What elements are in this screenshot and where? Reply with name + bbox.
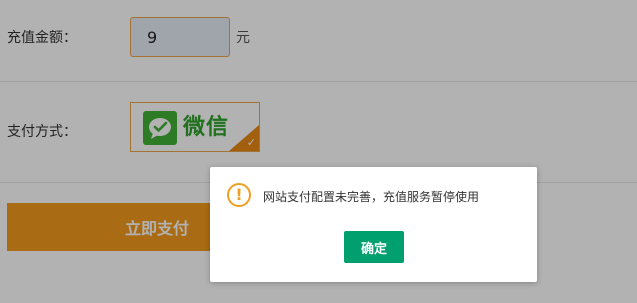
warning-icon: ! bbox=[227, 183, 251, 207]
alert-dialog: ! 网站支付配置未完善，充值服务暂停使用 确定 bbox=[210, 167, 537, 282]
dialog-message: 网站支付配置未完善，充值服务暂停使用 bbox=[263, 190, 480, 204]
confirm-button[interactable]: 确定 bbox=[344, 231, 404, 263]
